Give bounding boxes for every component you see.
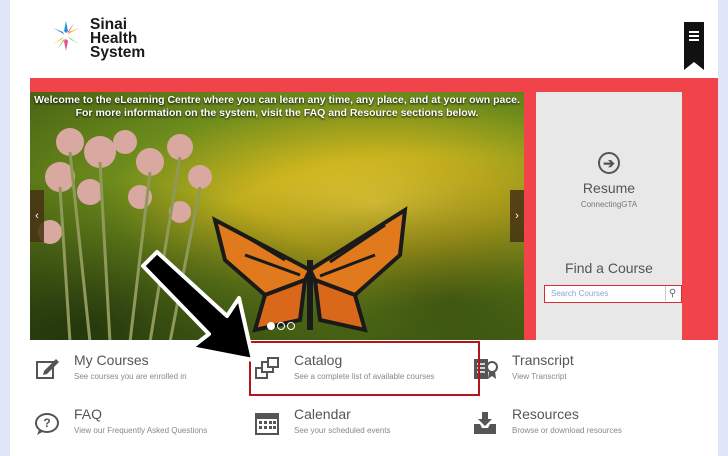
edit-icon	[36, 359, 59, 379]
sinai-health-logo[interactable]: Sinai Health System	[48, 17, 146, 61]
slider-dot-3[interactable]	[287, 322, 295, 330]
calendar-icon	[255, 413, 279, 435]
menu-icon	[689, 31, 699, 43]
logo-text: Sinai Health System	[90, 17, 146, 61]
download-tray-icon	[474, 412, 496, 434]
tile-subtitle: Browse or download resources	[512, 426, 622, 435]
side-panel: ➔ Resume ConnectingGTA Find a Course ⚲	[536, 92, 682, 340]
tile-title: Resources	[512, 406, 579, 422]
tile-subtitle: View our Frequently Asked Questions	[74, 426, 208, 435]
search-box: ⚲	[544, 285, 682, 303]
tile-faq[interactable]: ? FAQ View our Frequently Asked Question…	[34, 406, 207, 436]
find-course-title: Find a Course	[565, 260, 653, 276]
hero-caption-line-1: Welcome to the eLearning Centre where yo…	[34, 94, 520, 106]
tile-calendar[interactable]: Calendar See your scheduled events	[254, 406, 391, 436]
tile-title: Calendar	[294, 406, 351, 422]
tile-subtitle: See your scheduled events	[294, 426, 391, 435]
question-bubble-icon: ?	[35, 413, 59, 435]
search-icon[interactable]: ⚲	[665, 286, 679, 301]
tile-title: Transcript	[512, 352, 574, 368]
svg-text:?: ?	[43, 416, 50, 430]
hero-caption-line-2: For more information on the system, visi…	[75, 107, 479, 119]
tile-transcript[interactable]: Transcript View Transcript	[472, 352, 574, 382]
resume-course-name[interactable]: ConnectingGTA	[536, 200, 682, 209]
star-burst-logo-icon	[53, 21, 79, 51]
resume-arrow-icon[interactable]: ➔	[598, 152, 620, 174]
logo-line-3: System	[90, 44, 146, 61]
tile-title: FAQ	[74, 406, 103, 422]
menu-button[interactable]	[684, 22, 704, 70]
slider-next-button[interactable]: ›	[510, 190, 524, 242]
search-courses-input[interactable]	[545, 286, 663, 301]
tile-subtitle: View Transcript	[512, 372, 567, 381]
slider-prev-button[interactable]: ‹	[30, 190, 44, 242]
pointer-arrow-annotation	[141, 250, 255, 362]
tile-resources[interactable]: Resources Browse or download resources	[472, 406, 622, 436]
resume-link[interactable]: Resume	[536, 180, 682, 196]
hero-caption: Welcome to the eLearning Centre where yo…	[30, 94, 524, 120]
page: Sinai Health System Welcome to the eLear…	[10, 0, 718, 456]
